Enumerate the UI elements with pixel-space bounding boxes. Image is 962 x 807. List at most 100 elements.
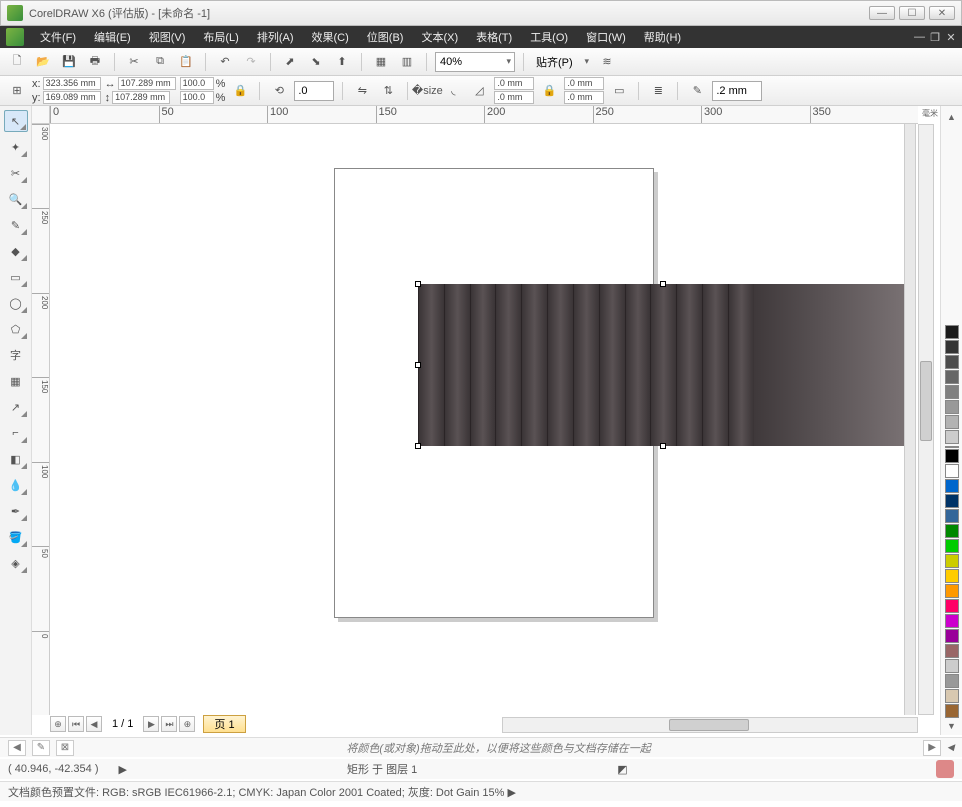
- undo-button[interactable]: ↶: [214, 51, 236, 73]
- menu-view[interactable]: 视图(V): [141, 27, 194, 47]
- close-button[interactable]: ✕: [929, 6, 955, 20]
- color-swatch[interactable]: [945, 689, 959, 703]
- next-page-button[interactable]: ▶: [143, 716, 159, 732]
- ellipse-tool[interactable]: ◯: [4, 292, 28, 314]
- y-input[interactable]: 169.089 mm: [43, 91, 101, 104]
- save-button[interactable]: 💾: [58, 51, 80, 73]
- color-swatch[interactable]: [945, 385, 959, 399]
- user-avatar-icon[interactable]: [936, 760, 954, 778]
- fill-tool[interactable]: 🪣: [4, 526, 28, 548]
- prev-page-button[interactable]: ◀: [86, 716, 102, 732]
- menu-help[interactable]: 帮助(H): [636, 27, 689, 47]
- corner-tl-input[interactable]: .0 mm: [494, 77, 534, 90]
- export-button[interactable]: ⬊: [305, 51, 327, 73]
- menu-layout[interactable]: 布局(L): [195, 27, 246, 47]
- relative-scale-button[interactable]: ▭: [608, 80, 630, 102]
- color-swatch[interactable]: [945, 659, 959, 673]
- publish-button[interactable]: ⬆: [331, 51, 353, 73]
- color-swatch[interactable]: [945, 644, 959, 658]
- text-tool[interactable]: 字: [4, 344, 28, 366]
- menu-table[interactable]: 表格(T): [468, 27, 520, 47]
- connector-tool[interactable]: ⌐: [4, 422, 28, 444]
- selection-handle[interactable]: [415, 281, 421, 287]
- import-button[interactable]: ⬈: [279, 51, 301, 73]
- mdi-restore-button[interactable]: ❐: [930, 31, 940, 44]
- color-swatch[interactable]: [945, 584, 959, 598]
- mirror-v-button[interactable]: ⇅: [377, 80, 399, 102]
- scrollbar-thumb[interactable]: [920, 361, 932, 441]
- scale-y-input[interactable]: 100.0: [180, 91, 214, 104]
- mirror-h-button[interactable]: ⇋: [351, 80, 373, 102]
- table-tool[interactable]: ▦: [4, 370, 28, 392]
- color-swatch[interactable]: [945, 340, 959, 354]
- add-page-after-button[interactable]: ⊕: [179, 716, 195, 732]
- width-input[interactable]: 107.289 mm: [118, 77, 176, 90]
- color-swatch[interactable]: [945, 449, 959, 463]
- color-swatch[interactable]: [945, 355, 959, 369]
- polygon-tool[interactable]: ⬠: [4, 318, 28, 340]
- corner-tr-input[interactable]: .0 mm: [564, 77, 604, 90]
- corner-round-button[interactable]: �size: [416, 80, 438, 102]
- color-swatch[interactable]: [945, 704, 959, 718]
- color-swatch[interactable]: [945, 325, 959, 339]
- zoom-tool[interactable]: 🔍: [4, 188, 28, 210]
- palette-left-button[interactable]: ◀: [8, 740, 26, 756]
- eyedropper-tool[interactable]: 💧: [4, 474, 28, 496]
- page-tab-1[interactable]: 页 1: [203, 715, 245, 733]
- wrap-text-button[interactable]: ≣: [647, 80, 669, 102]
- vertical-ruler[interactable]: 050100150200250300: [32, 124, 50, 715]
- mdi-minimize-button[interactable]: —: [914, 31, 924, 44]
- copy-button[interactable]: ⧉: [149, 51, 171, 73]
- docker-strip[interactable]: [904, 124, 916, 715]
- pick-tool[interactable]: ↖: [4, 110, 28, 132]
- palette-scroll-up[interactable]: ▲: [947, 112, 956, 122]
- menu-edit[interactable]: 编辑(E): [86, 27, 139, 47]
- x-input[interactable]: 323.356 mm: [43, 77, 101, 90]
- new-button[interactable]: 🗋: [6, 51, 28, 73]
- shape-tool[interactable]: ✦: [4, 136, 28, 158]
- menu-bitmap[interactable]: 位图(B): [359, 27, 412, 47]
- horizontal-scrollbar[interactable]: [502, 717, 918, 733]
- selection-handle[interactable]: [415, 443, 421, 449]
- welcome-button[interactable]: ▥: [396, 51, 418, 73]
- menu-file[interactable]: 文件(F): [32, 27, 84, 47]
- dimension-tool[interactable]: ↗: [4, 396, 28, 418]
- horizontal-ruler[interactable]: 050100150200250300350: [50, 106, 918, 124]
- menu-arrange[interactable]: 排列(A): [249, 27, 302, 47]
- outline-tool[interactable]: ✒: [4, 500, 28, 522]
- selected-rectangle-object[interactable]: [418, 284, 908, 446]
- ruler-origin[interactable]: [32, 106, 50, 124]
- app-launcher-button[interactable]: ▦: [370, 51, 392, 73]
- color-swatch[interactable]: [945, 539, 959, 553]
- palette-eyedropper-button[interactable]: ✎: [32, 740, 50, 756]
- color-swatch[interactable]: [945, 400, 959, 414]
- color-swatch[interactable]: [945, 629, 959, 643]
- color-swatch[interactable]: [945, 614, 959, 628]
- freehand-tool[interactable]: ✎: [4, 214, 28, 236]
- scrollbar-thumb[interactable]: [669, 719, 749, 731]
- mdi-close-button[interactable]: ✕: [946, 31, 956, 44]
- color-swatch[interactable]: [945, 479, 959, 493]
- color-swatch[interactable]: [945, 494, 959, 508]
- selection-handle[interactable]: [660, 443, 666, 449]
- rectangle-tool[interactable]: ▭: [4, 266, 28, 288]
- print-button[interactable]: 🖶: [84, 51, 106, 73]
- open-button[interactable]: 📂: [32, 51, 54, 73]
- cut-button[interactable]: ✂: [123, 51, 145, 73]
- paste-button[interactable]: 📋: [175, 51, 197, 73]
- palette-menu-button[interactable]: ◀: [947, 742, 954, 753]
- color-swatch[interactable]: [945, 674, 959, 688]
- palette-nocolor-button[interactable]: ⊠: [56, 740, 74, 756]
- color-swatch[interactable]: [945, 464, 959, 478]
- corner-scallop-button[interactable]: ◟: [442, 80, 464, 102]
- menu-tools[interactable]: 工具(O): [522, 27, 576, 47]
- color-swatch[interactable]: [945, 370, 959, 384]
- no-color-swatch[interactable]: [945, 446, 959, 448]
- vertical-scrollbar[interactable]: [918, 124, 934, 715]
- corner-bl-input[interactable]: .0 mm: [494, 91, 534, 104]
- zoom-dropdown[interactable]: 40%: [435, 52, 515, 72]
- interactive-fill-tool[interactable]: ◈: [4, 552, 28, 574]
- color-swatch[interactable]: [945, 524, 959, 538]
- last-page-button[interactable]: ⏭: [161, 716, 177, 732]
- add-page-before-button[interactable]: ⊕: [50, 716, 66, 732]
